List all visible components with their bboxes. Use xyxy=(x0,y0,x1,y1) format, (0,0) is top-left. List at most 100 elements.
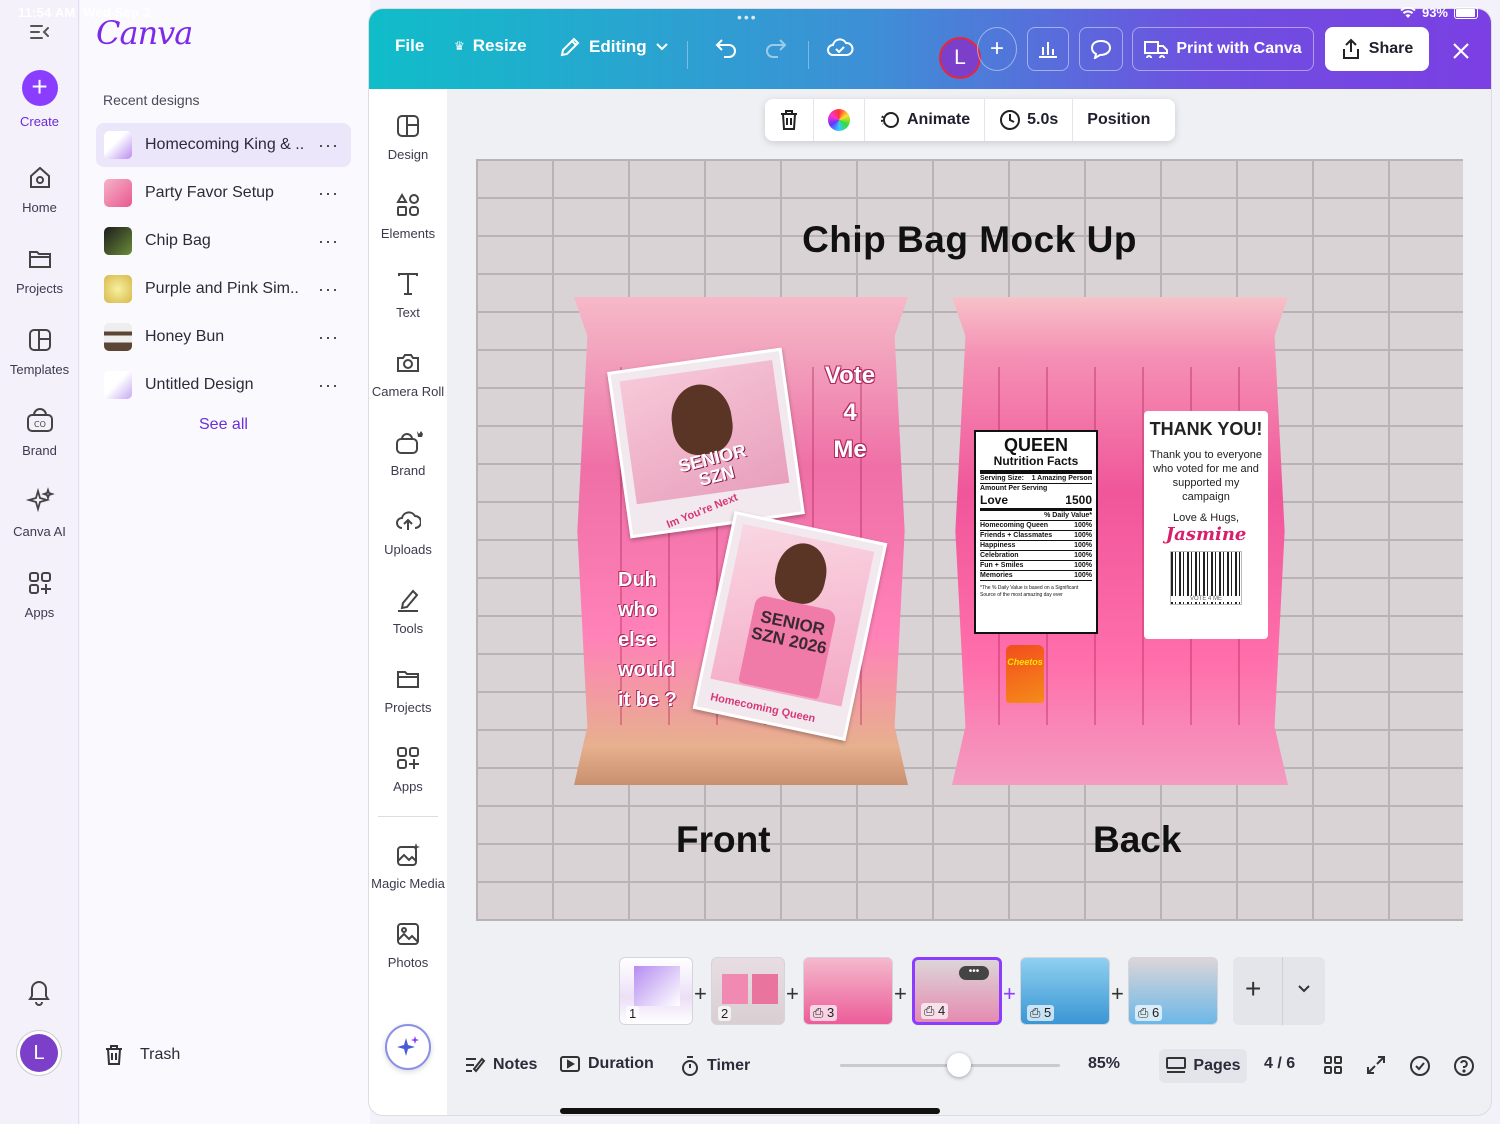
more-options-icon[interactable]: ··· xyxy=(318,327,339,348)
page-thumbnail-4[interactable]: ••• ⎙ 4 xyxy=(912,957,1002,1025)
add-page-between-icon[interactable]: + xyxy=(894,981,907,1007)
pages-button[interactable]: Pages xyxy=(1159,1049,1247,1083)
page-options-icon[interactable]: ••• xyxy=(959,966,989,980)
recent-design-item[interactable]: Chip Bag ··· xyxy=(96,219,351,263)
print-icon: ⎙ 6 xyxy=(1135,1005,1163,1021)
add-page-button[interactable]: + xyxy=(1245,973,1261,1005)
more-options-icon[interactable]: ··· xyxy=(318,279,339,300)
add-page-between-icon[interactable]: + xyxy=(1111,981,1124,1007)
redo-icon[interactable] xyxy=(764,37,788,59)
recent-design-item[interactable]: Honey Bun ··· xyxy=(96,315,351,359)
duration-button[interactable]: 5.0s xyxy=(985,99,1074,141)
rail-item-templates[interactable]: Templates xyxy=(0,324,79,377)
notifications-bell-icon[interactable] xyxy=(25,976,53,1006)
see-all-link[interactable]: See all xyxy=(199,416,248,434)
front-label[interactable]: Front xyxy=(676,819,771,861)
file-menu[interactable]: File xyxy=(395,36,424,56)
print-with-canva-button[interactable]: Print with Canva xyxy=(1132,27,1314,71)
comments-button[interactable] xyxy=(1079,27,1123,71)
trash-button[interactable]: Trash xyxy=(104,1044,180,1066)
page-thumbnail-2[interactable]: 2 xyxy=(711,957,785,1025)
page-counter: 4 / 6 xyxy=(1264,1055,1296,1072)
chevron-down-icon[interactable] xyxy=(1295,979,1313,997)
barcode-graphic: VOTE 4 ME xyxy=(1170,551,1242,605)
help-icon[interactable] xyxy=(1453,1055,1475,1077)
resize-button[interactable]: ♛ Resize xyxy=(454,36,527,56)
recent-design-item[interactable]: Purple and Pink Sim.. ··· xyxy=(96,267,351,311)
window-grab-handle[interactable]: ••• xyxy=(737,9,758,25)
side-item-tools[interactable]: Tools xyxy=(369,587,447,636)
page-thumbnail-1[interactable]: 1 xyxy=(619,957,693,1025)
home-indicator[interactable] xyxy=(560,1108,940,1114)
back-label[interactable]: Back xyxy=(1093,819,1181,861)
thank-you-card[interactable]: THANK YOU! Thank you to everyone who vot… xyxy=(1144,411,1268,639)
side-item-elements[interactable]: Elements xyxy=(369,192,447,241)
side-item-uploads[interactable]: Uploads xyxy=(369,508,447,557)
duration-button[interactable]: Duration xyxy=(559,1055,654,1073)
zoom-level[interactable]: 85% xyxy=(1088,1055,1120,1073)
side-item-magic-media[interactable]: Magic Media xyxy=(369,842,447,891)
add-page-between-icon[interactable]: + xyxy=(786,981,799,1007)
color-picker-button[interactable] xyxy=(814,99,865,141)
recent-design-item[interactable]: Party Favor Setup ··· xyxy=(96,171,351,215)
photo-frame-top[interactable]: SENIOR SZN Im You're Next xyxy=(607,347,805,539)
position-button[interactable]: Position xyxy=(1073,99,1164,141)
side-item-apps[interactable]: Apps xyxy=(369,745,447,794)
fullscreen-icon[interactable] xyxy=(1366,1055,1386,1075)
bar-chart-icon xyxy=(1037,39,1059,59)
recent-design-item[interactable]: Untitled Design ··· xyxy=(96,363,351,407)
page-thumbnail-3[interactable]: ⎙ 3 xyxy=(803,957,893,1025)
more-options-icon[interactable]: ··· xyxy=(318,135,339,156)
notes-button[interactable]: Notes xyxy=(464,1055,537,1075)
rail-item-home[interactable]: Home xyxy=(0,162,79,215)
add-page-between-icon[interactable]: + xyxy=(694,981,707,1007)
nutrition-facts-label[interactable]: QUEEN Nutrition Facts Serving Size: 1 Ama… xyxy=(974,430,1098,634)
timer-button[interactable]: Timer xyxy=(680,1055,750,1077)
recent-design-item[interactable]: Homecoming King & .. ··· xyxy=(96,123,351,167)
chip-bag-front[interactable]: SENIOR SZN Im You're Next Vote 4 Me Duh … xyxy=(574,297,908,785)
editing-mode-dropdown[interactable]: Editing xyxy=(559,36,669,58)
design-canvas[interactable]: Chip Bag Mock Up SENIOR SZN Im You're Ne… xyxy=(476,159,1463,921)
grid-view-icon[interactable] xyxy=(1323,1055,1343,1075)
side-item-photos[interactable]: Photos xyxy=(369,921,447,970)
design-thumbnail xyxy=(104,323,132,351)
insights-button[interactable] xyxy=(1027,27,1069,71)
side-item-text[interactable]: Text xyxy=(369,271,447,320)
collaborator-avatar[interactable]: L xyxy=(939,37,981,79)
design-thumbnail xyxy=(104,227,132,255)
more-options-icon[interactable]: ··· xyxy=(318,183,339,204)
add-page-control: + xyxy=(1233,957,1325,1025)
canvas-title[interactable]: Chip Bag Mock Up xyxy=(476,219,1463,261)
rail-item-brand[interactable]: CO Brand xyxy=(0,405,79,458)
more-options-icon[interactable]: ··· xyxy=(318,375,339,396)
magic-assistant-button[interactable] xyxy=(385,1024,431,1070)
rail-item-apps[interactable]: Apps xyxy=(0,567,79,620)
undo-icon[interactable] xyxy=(714,37,738,59)
more-options-icon[interactable]: ··· xyxy=(318,231,339,252)
share-button[interactable]: Share xyxy=(1325,27,1429,71)
animate-button[interactable]: Animate xyxy=(865,99,986,141)
user-avatar[interactable]: L xyxy=(20,1034,58,1072)
add-collaborator-button[interactable]: + xyxy=(977,27,1017,71)
wifi-icon xyxy=(1400,6,1416,19)
side-item-brand[interactable]: Brand xyxy=(369,429,447,478)
side-item-design[interactable]: Design xyxy=(369,113,447,162)
cheetos-chips-graphic[interactable]: Cheetos xyxy=(1006,645,1044,703)
page-thumbnail-5[interactable]: ⎙ 5 xyxy=(1020,957,1110,1025)
side-item-camera-roll[interactable]: Camera Roll xyxy=(369,350,447,399)
collapse-sidebar-icon[interactable] xyxy=(28,20,52,44)
page-thumbnail-6[interactable]: ⎙ 6 xyxy=(1128,957,1218,1025)
print-icon: ⎙ 3 xyxy=(810,1005,838,1021)
check-circle-icon[interactable] xyxy=(1409,1055,1431,1077)
rail-item-canva-ai[interactable]: Canva AI xyxy=(0,486,79,539)
cloud-saved-icon[interactable] xyxy=(826,37,854,59)
add-page-between-icon[interactable]: + xyxy=(1003,981,1016,1007)
delete-button[interactable] xyxy=(765,99,814,141)
rail-item-projects[interactable]: Projects xyxy=(0,243,79,296)
close-icon[interactable] xyxy=(1447,37,1475,65)
vote-4-me-text: Vote 4 Me xyxy=(824,362,876,463)
plus-icon: + xyxy=(989,35,1004,62)
side-item-projects[interactable]: Projects xyxy=(369,666,447,715)
zoom-slider-handle[interactable] xyxy=(947,1053,971,1077)
create-button[interactable]: + Create xyxy=(0,70,79,129)
